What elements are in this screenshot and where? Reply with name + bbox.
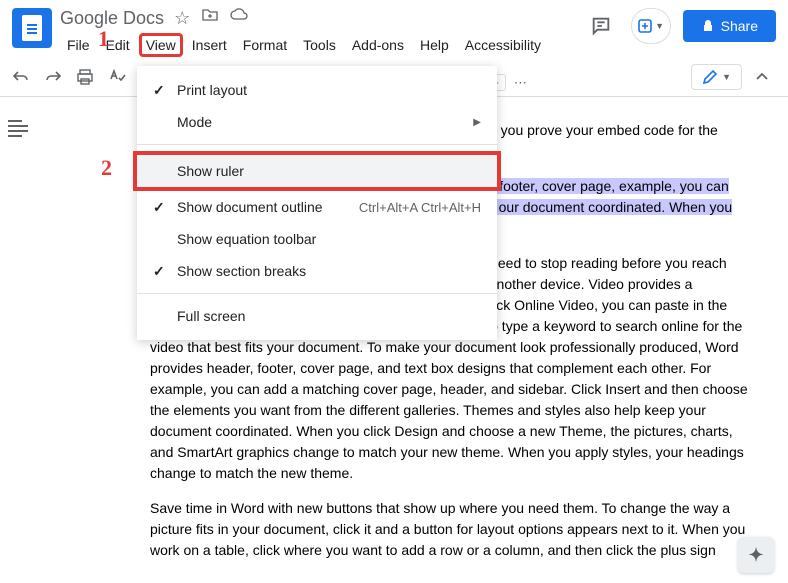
annotation-1: 1 xyxy=(98,26,109,52)
check-icon: ✓ xyxy=(153,263,177,280)
lock-icon xyxy=(701,19,715,33)
collapse-icon[interactable] xyxy=(754,69,770,85)
comment-history-icon[interactable] xyxy=(583,8,619,44)
menu-tools[interactable]: Tools xyxy=(296,33,343,57)
caret-down-icon: ▼ xyxy=(722,72,731,82)
explore-button[interactable]: ✦ xyxy=(738,537,774,573)
menu-item-mode[interactable]: Mode ▶ xyxy=(137,106,497,138)
view-menu-dropdown: ✓ Print layout Mode ▶ Show ruler ✓ Show … xyxy=(137,66,497,340)
menu-format[interactable]: Format xyxy=(236,33,294,57)
menu-item-show-equation-toolbar[interactable]: Show equation toolbar xyxy=(137,223,497,255)
star-icon[interactable]: ☆ xyxy=(174,8,190,29)
spellcheck-icon[interactable] xyxy=(108,68,126,86)
check-icon: ✓ xyxy=(153,82,177,99)
redo-icon[interactable] xyxy=(44,68,62,86)
menu-item-show-outline[interactable]: ✓ Show document outline Ctrl+Alt+A Ctrl+… xyxy=(137,191,497,223)
submenu-arrow-icon: ▶ xyxy=(473,117,481,128)
share-button[interactable]: Share xyxy=(683,10,776,42)
present-button[interactable]: ▼ xyxy=(631,8,671,44)
check-icon: ✓ xyxy=(153,199,177,216)
title-area: Google Docs ☆ File Edit View Insert Form… xyxy=(60,8,583,57)
more-icon[interactable]: ⋯ xyxy=(514,75,527,91)
move-icon[interactable] xyxy=(202,8,218,29)
outline-toggle[interactable] xyxy=(8,120,32,140)
annotation-2: 2 xyxy=(101,155,112,181)
menubar: File Edit View Insert Format Tools Add-o… xyxy=(60,33,583,57)
menu-insert[interactable]: Insert xyxy=(185,33,234,57)
editing-mode-button[interactable]: ▼ xyxy=(691,64,742,90)
menu-help[interactable]: Help xyxy=(413,33,456,57)
outline-icon xyxy=(8,120,32,140)
menu-view[interactable]: View xyxy=(139,33,183,57)
menu-accessibility[interactable]: Accessibility xyxy=(458,33,548,57)
menu-item-show-ruler[interactable]: Show ruler xyxy=(133,151,501,191)
header: Google Docs ☆ File Edit View Insert Form… xyxy=(0,0,788,57)
menu-item-show-section-breaks[interactable]: ✓ Show section breaks xyxy=(137,255,497,287)
plus-icon: ✦ xyxy=(748,545,763,566)
menu-item-full-screen[interactable]: Full screen xyxy=(137,300,497,332)
header-actions: ▼ Share xyxy=(583,8,776,44)
pencil-icon xyxy=(702,69,718,85)
menu-divider xyxy=(137,293,497,294)
print-icon[interactable] xyxy=(76,68,94,86)
undo-icon[interactable] xyxy=(12,68,30,86)
paragraph: Save time in Word with new buttons that … xyxy=(150,498,748,561)
doc-title[interactable]: Google Docs xyxy=(60,8,164,29)
menu-divider xyxy=(137,144,497,145)
menu-file[interactable]: File xyxy=(60,33,97,57)
caret-down-icon: ▼ xyxy=(655,21,664,31)
docs-logo-icon[interactable] xyxy=(12,8,52,48)
menu-addons[interactable]: Add-ons xyxy=(345,33,411,57)
menu-item-print-layout[interactable]: ✓ Print layout xyxy=(137,74,497,106)
cloud-status-icon[interactable] xyxy=(230,8,248,29)
